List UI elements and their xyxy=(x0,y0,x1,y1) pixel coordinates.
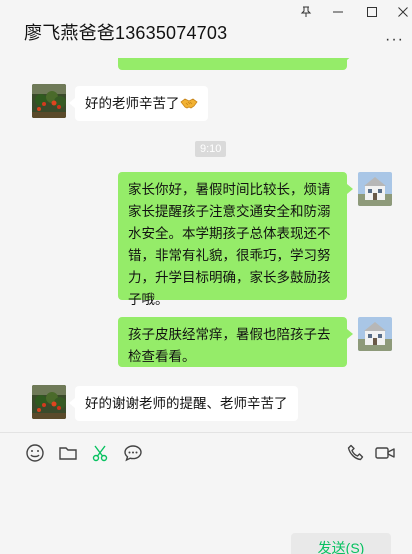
pin-icon[interactable] xyxy=(289,0,323,24)
message-list[interactable]: 好的老师辛苦了 9:10 家长你好，暑假时间比较长，烦请家长提醒孩子注意交通安全… xyxy=(0,58,412,432)
message-bubble-sent[interactable]: 家长你好，暑假时间比较长，烦请家长提醒孩子注意交通安全和防溺水安全。本学期孩子总… xyxy=(118,172,353,307)
message-text: 好的老师辛苦了 xyxy=(85,96,180,111)
close-icon[interactable] xyxy=(386,0,412,24)
teacher-avatar[interactable] xyxy=(32,385,66,419)
maximize-icon[interactable] xyxy=(355,0,389,24)
message-bubble-received[interactable]: 好的老师辛苦了 xyxy=(69,86,208,121)
title-bar: 廖飞燕爸爸13635074703 ··· xyxy=(0,0,412,58)
teacher-avatar[interactable] xyxy=(32,84,66,118)
chat-toolbar xyxy=(0,440,412,470)
folder-icon[interactable] xyxy=(55,440,81,466)
chat-title: 廖飞燕爸爸13635074703 xyxy=(24,23,228,43)
chat-bubble-icon[interactable] xyxy=(120,440,146,466)
handshake-emoji-icon xyxy=(179,95,198,111)
input-divider xyxy=(0,432,412,433)
my-avatar[interactable] xyxy=(358,172,392,206)
video-icon[interactable] xyxy=(372,440,398,466)
message-bubble-received[interactable]: 好的谢谢老师的提醒、老师辛苦了 xyxy=(69,386,298,421)
phone-icon[interactable] xyxy=(343,440,369,466)
message-bubble-partial[interactable] xyxy=(118,58,353,70)
message-text: 家长你好，暑假时间比较长，烦请家长提醒孩子注意交通安全和防溺水安全。本学期孩子总… xyxy=(128,182,331,307)
message-input[interactable] xyxy=(0,472,412,527)
timestamp: 9:10 xyxy=(195,141,227,157)
more-options-button[interactable]: ··· xyxy=(385,31,404,49)
emoji-icon[interactable] xyxy=(22,440,48,466)
minimize-icon[interactable] xyxy=(321,0,355,24)
message-text: 好的谢谢老师的提醒、老师辛苦了 xyxy=(85,396,288,411)
message-bubble-sent[interactable]: 孩子皮肤经常痒，暑假也陪孩子去检查看看。 xyxy=(118,317,353,367)
scissors-icon[interactable] xyxy=(87,440,113,466)
send-button[interactable]: 发送(S) xyxy=(291,533,391,554)
message-text: 孩子皮肤经常痒，暑假也陪孩子去检查看看。 xyxy=(128,327,331,364)
my-avatar[interactable] xyxy=(358,317,392,351)
